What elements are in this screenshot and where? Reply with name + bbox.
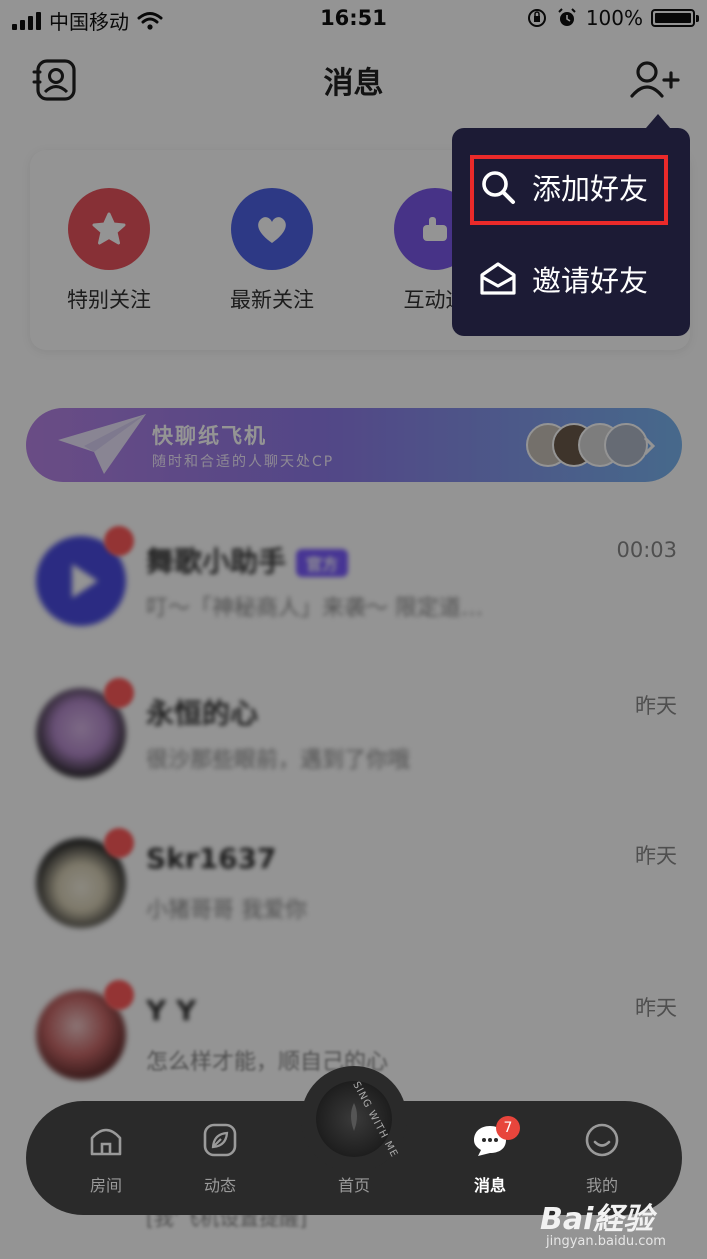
tab-label: 首页 xyxy=(337,1176,370,1195)
tab-label: 消息 xyxy=(473,1176,506,1195)
watermark-url: jingyan.baidu.com xyxy=(546,1234,666,1249)
smile-icon xyxy=(585,1123,619,1157)
leaf-icon xyxy=(203,1123,237,1157)
tab-feed[interactable]: 动态 xyxy=(170,1120,270,1196)
tab-label: 动态 xyxy=(203,1176,236,1195)
baidu-watermark: Bai経验 jingyan.baidu.com xyxy=(540,1194,700,1254)
menu-item-label: 邀请好友 xyxy=(532,264,649,298)
highlight-box xyxy=(470,155,668,225)
envelope-icon xyxy=(480,262,516,295)
house-icon xyxy=(90,1128,122,1156)
popup-arrow xyxy=(646,114,670,128)
tab-messages[interactable]: 7 消息 xyxy=(440,1116,540,1196)
tab-label: 我的 xyxy=(585,1176,618,1195)
tab-profile[interactable]: 我的 xyxy=(552,1120,652,1196)
tab-label: 房间 xyxy=(89,1176,122,1195)
watermark-logo: Bai経验 xyxy=(540,1202,654,1237)
tab-home[interactable]: 首页 xyxy=(304,1172,404,1196)
menu-item-invite-friend[interactable]: 邀请好友 xyxy=(478,258,648,300)
tab-rooms[interactable]: 房间 xyxy=(56,1120,156,1196)
tab-badge: 7 xyxy=(496,1116,520,1140)
